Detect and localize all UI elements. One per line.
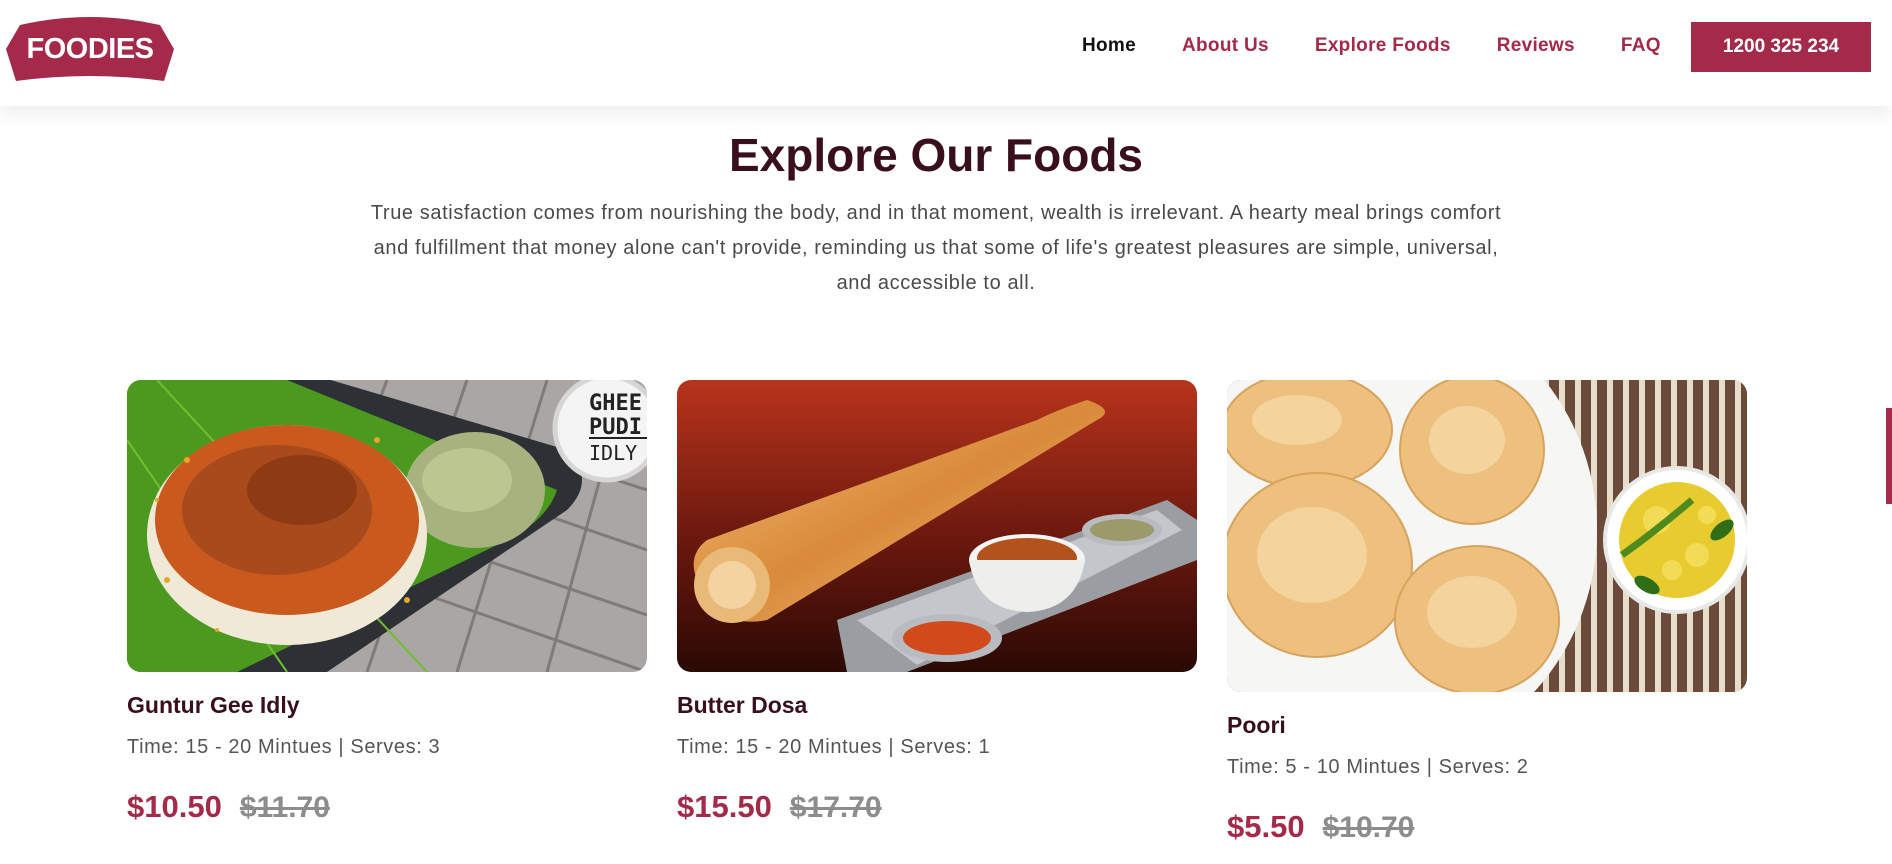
food-meta: Time: 15 - 20 Mintues | Serves: 3: [127, 736, 441, 758]
food-name[interactable]: Guntur Gee Idly: [127, 692, 647, 719]
food-name[interactable]: Butter Dosa: [677, 692, 1197, 719]
food-card-poori[interactable]: Poori Time: 5 - 10 Mintues | Serves: 2 $…: [1227, 380, 1747, 845]
svg-text:IDLY: IDLY: [589, 441, 637, 465]
price-row: $15.50 $17.70: [677, 789, 1197, 825]
idly-plate-photo[interactable]: GHEE PUDI IDLY: [127, 380, 647, 672]
section-description: True satisfaction comes from nourishing …: [370, 202, 1502, 294]
food-price: $10.50: [127, 789, 222, 824]
svg-text:GHEE: GHEE: [589, 391, 642, 416]
nav-faq[interactable]: FAQ: [1621, 35, 1661, 57]
food-price: $15.50: [677, 789, 772, 824]
poori-plate-photo[interactable]: [1227, 380, 1747, 692]
food-card-guntur-gee-idly[interactable]: GHEE PUDI IDLY Guntur Gee Idly Time: 15 …: [127, 380, 647, 825]
food-card-butter-dosa[interactable]: Butter Dosa Time: 15 - 20 Mintues | Serv…: [677, 380, 1197, 825]
nav-explore-foods[interactable]: Explore Foods: [1315, 35, 1451, 57]
foodies-logo[interactable]: FOODIES: [6, 11, 174, 83]
nav-home[interactable]: Home: [1082, 35, 1136, 57]
nav-reviews[interactable]: Reviews: [1497, 35, 1575, 57]
food-meta: Time: 5 - 10 Mintues | Serves: 2: [1227, 756, 1529, 778]
section-title: Explore Our Foods: [728, 129, 1144, 181]
food-old-price: $10.70: [1322, 811, 1415, 844]
food-price: $5.50: [1227, 809, 1305, 844]
food-meta: Time: 15 - 20 Mintues | Serves: 1: [677, 736, 991, 758]
phone-call-button[interactable]: 1200 325 234: [1691, 22, 1871, 72]
food-old-price: $17.70: [789, 791, 882, 824]
nav-about-us[interactable]: About Us: [1182, 35, 1269, 57]
svg-text:PUDI: PUDI: [589, 415, 642, 440]
price-row: $10.50 $11.70: [127, 789, 647, 825]
side-scroll-accent[interactable]: [1886, 408, 1892, 504]
main-nav: Home About Us Explore Foods Reviews FAQ: [1082, 28, 1661, 64]
logo-text: FOODIES: [26, 32, 154, 65]
food-name[interactable]: Poori: [1227, 712, 1747, 739]
food-old-price: $11.70: [239, 791, 330, 824]
site-header: FOODIES Home About Us Explore Foods Revi…: [0, 0, 1892, 106]
dosa-plate-photo[interactable]: [677, 380, 1197, 672]
price-row: $5.50 $10.70: [1227, 809, 1747, 845]
